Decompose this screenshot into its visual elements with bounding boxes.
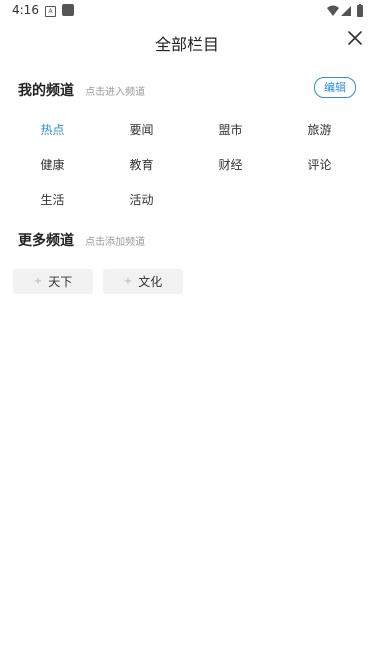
chip-label: 天下 <box>48 275 73 289</box>
add-channel-world-button[interactable]: + 天下 <box>13 269 93 294</box>
add-channel-culture-button[interactable]: + 文化 <box>103 269 183 294</box>
signal-icon <box>341 6 351 16</box>
channel-leagues-cities[interactable]: 盟市 <box>186 118 275 153</box>
notification-a-icon: A <box>45 6 56 17</box>
wifi-icon <box>327 5 339 16</box>
channel-life[interactable]: 生活 <box>8 188 97 223</box>
channel-row: 热点 要闻 盟市 旅游 <box>8 118 364 153</box>
header: 全部栏目 <box>0 22 374 58</box>
channel-row: 生活 活动 <box>8 188 364 223</box>
status-time: 4:16 <box>12 3 39 17</box>
chip-label: 文化 <box>138 275 163 289</box>
my-channels-title: 我的频道 <box>18 83 74 99</box>
plus-icon: + <box>123 276 133 287</box>
status-icons <box>326 4 364 18</box>
notification-square-icon <box>62 4 74 16</box>
plus-icon: + <box>33 276 43 287</box>
my-channels-heading: 我的频道 点击进入频道 <box>18 80 145 102</box>
channel-events[interactable]: 活动 <box>97 188 186 223</box>
page-title: 全部栏目 <box>154 35 219 54</box>
my-channels-grid: 热点 要闻 盟市 旅游 健康 教育 财经 评论 生活 活动 <box>8 118 364 223</box>
edit-button[interactable]: 编辑 <box>314 77 356 98</box>
channel-health[interactable]: 健康 <box>8 153 97 188</box>
channel-hot[interactable]: 热点 <box>8 118 97 153</box>
more-channels-list: + 天下 + 文化 <box>13 269 193 294</box>
battery-icon <box>357 4 363 17</box>
close-button[interactable] <box>346 29 364 47</box>
more-channels-title: 更多频道 <box>18 233 74 249</box>
more-channels-hint: 点击添加频道 <box>85 237 146 248</box>
more-channels-heading: 更多频道 点击添加频道 <box>18 230 145 252</box>
my-channels-hint: 点击进入频道 <box>85 87 146 98</box>
channel-education[interactable]: 教育 <box>97 153 186 188</box>
channel-row: 健康 教育 财经 评论 <box>8 153 364 188</box>
channel-travel[interactable]: 旅游 <box>275 118 364 153</box>
channel-finance[interactable]: 财经 <box>186 153 275 188</box>
channel-headlines[interactable]: 要闻 <box>97 118 186 153</box>
status-bar: 4:16 A <box>0 0 374 22</box>
close-icon <box>348 31 362 45</box>
channel-commentary[interactable]: 评论 <box>275 153 364 188</box>
